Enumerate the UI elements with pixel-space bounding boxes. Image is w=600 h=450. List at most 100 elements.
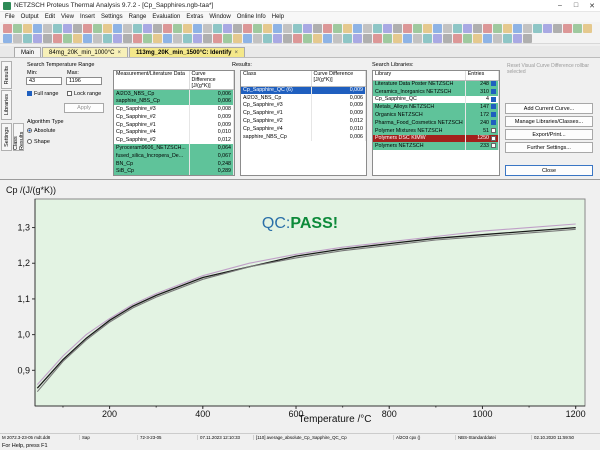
- toolbar-button-icon[interactable]: [92, 23, 102, 33]
- tab-84mg[interactable]: 84mg_20K_min_1000°C ×: [42, 47, 128, 57]
- side-tab-libraries[interactable]: Libraries: [1, 90, 12, 120]
- library-row[interactable]: Cp_Sapphire_QC 4: [373, 95, 499, 104]
- toolbar-button-icon[interactable]: [212, 33, 222, 43]
- toolbar-button-icon[interactable]: [12, 23, 22, 33]
- toolbar-button-icon[interactable]: [62, 33, 72, 43]
- toolbar-button-icon[interactable]: [202, 23, 212, 33]
- library-row[interactable]: Polymer Mixtures NETZSCH 51: [373, 126, 499, 135]
- menu-edit[interactable]: Edit: [42, 14, 58, 20]
- library-row[interactable]: Polymers NETZSCH 233: [373, 142, 499, 151]
- toolbar-button-icon[interactable]: [352, 33, 362, 43]
- tab-113mg-identify[interactable]: 113mg_20K_min_1500°C: Identify ×: [128, 47, 245, 57]
- measurement-row[interactable]: Cp_Sapphire_#4 0,010: [114, 128, 234, 137]
- toolbar-button-icon[interactable]: [82, 33, 92, 43]
- column-header-class-difference[interactable]: Curve Difference [J/(g*K)]: [311, 71, 366, 87]
- toolbar-button-icon[interactable]: [482, 33, 492, 43]
- menu-file[interactable]: File: [2, 14, 18, 20]
- measurement-row[interactable]: sapphire_NBS_Cp 0,006: [114, 97, 234, 106]
- column-header-class[interactable]: Class: [241, 71, 312, 87]
- toolbar-button-icon[interactable]: [352, 23, 362, 33]
- toolbar-button-icon[interactable]: [72, 33, 82, 43]
- toolbar-button-icon[interactable]: [522, 33, 532, 43]
- class-results-table[interactable]: Class Curve Difference [J/(g*K)] Cp_Sapp…: [240, 70, 367, 176]
- toolbar-button-icon[interactable]: [462, 33, 472, 43]
- menu-view[interactable]: View: [58, 14, 77, 20]
- toolbar-button-icon[interactable]: [22, 33, 32, 43]
- toolbar-button-icon[interactable]: [522, 23, 532, 33]
- toolbar-button-icon[interactable]: [32, 33, 42, 43]
- toolbar-button-icon[interactable]: [472, 23, 482, 33]
- search-libraries-table[interactable]: Library Entries Literature Data Poster N…: [372, 70, 500, 176]
- toolbar-button-icon[interactable]: [432, 33, 442, 43]
- toolbar-button-icon[interactable]: [312, 23, 322, 33]
- toolbar-button-icon[interactable]: [302, 23, 312, 33]
- toolbar-button-icon[interactable]: [72, 23, 82, 33]
- toolbar-button-icon[interactable]: [382, 23, 392, 33]
- further-settings-button[interactable]: Further Settings...: [505, 142, 593, 153]
- library-row[interactable]: Ceramics_Inorganics NETZSCH 310: [373, 87, 499, 96]
- export-print-button[interactable]: Export/Print...: [505, 129, 593, 140]
- toolbar-button-icon[interactable]: [232, 23, 242, 33]
- toolbar-button-icon[interactable]: [462, 23, 472, 33]
- toolbar-button-icon[interactable]: [142, 23, 152, 33]
- toolbar-button-icon[interactable]: [412, 33, 422, 43]
- toolbar-button-icon[interactable]: [52, 23, 62, 33]
- toolbar-button-icon[interactable]: [22, 23, 32, 33]
- toolbar-button-icon[interactable]: [362, 23, 372, 33]
- lock-range-checkbox[interactable]: Lock range: [67, 91, 101, 97]
- toolbar-button-icon[interactable]: [262, 33, 272, 43]
- toolbar-button-icon[interactable]: [332, 23, 342, 33]
- chart-area[interactable]: 200 400 600 800 1000 1200 0,9 1,0 1,1 1,2 1,3 Cp /…: [0, 181, 600, 431]
- side-tab-results[interactable]: Results: [1, 61, 12, 89]
- library-checkbox[interactable]: [491, 88, 496, 94]
- library-checkbox[interactable]: [491, 104, 496, 110]
- close-icon[interactable]: ×: [234, 50, 238, 56]
- toolbar-button-icon[interactable]: [182, 23, 192, 33]
- column-header-entries[interactable]: Entries: [465, 71, 499, 81]
- toolbar-button-icon[interactable]: [12, 33, 22, 43]
- library-checkbox[interactable]: [491, 143, 496, 149]
- menu-help[interactable]: Help: [269, 14, 287, 20]
- measurement-row[interactable]: Cp_Sapphire_#1 0,009: [114, 120, 234, 129]
- library-row[interactable]: Metals_Alloys NETZSCH 147: [373, 103, 499, 112]
- measurement-row[interactable]: Cp_Sapphire_#2 0,012: [114, 136, 234, 145]
- toolbar-button-icon[interactable]: [452, 23, 462, 33]
- toolbar-button-icon[interactable]: [182, 33, 192, 43]
- toolbar-button-icon[interactable]: [222, 23, 232, 33]
- toolbar-button-icon[interactable]: [512, 23, 522, 33]
- library-checkbox[interactable]: [491, 112, 496, 118]
- column-header-curve-difference[interactable]: Curve Difference [J/(g*K)]: [189, 71, 234, 90]
- toolbar-button-icon[interactable]: [242, 33, 252, 43]
- toolbar-button-icon[interactable]: [132, 33, 142, 43]
- menu-extras[interactable]: Extras: [183, 14, 206, 20]
- toolbar-button-icon[interactable]: [342, 23, 352, 33]
- toolbar-button-icon[interactable]: [172, 23, 182, 33]
- measurement-row[interactable]: BN_Cp 0,248: [114, 159, 234, 168]
- toolbar-button-icon[interactable]: [212, 23, 222, 33]
- toolbar-button-icon[interactable]: [362, 33, 372, 43]
- toolbar-button-icon[interactable]: [242, 23, 252, 33]
- toolbar-button-icon[interactable]: [162, 33, 172, 43]
- close-icon[interactable]: ×: [117, 50, 121, 56]
- toolbar-button-icon[interactable]: [102, 33, 112, 43]
- toolbar-button-icon[interactable]: [542, 23, 552, 33]
- column-header-measurement[interactable]: Measurement/Literature Data: [114, 71, 190, 90]
- measurement-row[interactable]: Cp_Sapphire_#3 0,008: [114, 105, 234, 113]
- full-range-checkbox[interactable]: Full range: [27, 91, 58, 97]
- toolbar-button-icon[interactable]: [572, 23, 582, 33]
- library-checkbox[interactable]: [491, 119, 496, 125]
- class-row[interactable]: Cp_Sapphire_#2 0,012: [241, 117, 366, 125]
- maximize-icon[interactable]: □: [568, 0, 584, 12]
- class-row[interactable]: Cp_Sapphire_#1 0,009: [241, 109, 366, 118]
- min-temperature-input[interactable]: 43: [26, 77, 62, 85]
- toolbar-button-icon[interactable]: [342, 33, 352, 43]
- toolbar-button-icon[interactable]: [2, 33, 12, 43]
- toolbar-button-icon[interactable]: [452, 33, 462, 43]
- menu-online-info[interactable]: Online Info: [234, 14, 269, 20]
- class-row[interactable]: Cp_Sapphire_#4 0,010: [241, 124, 366, 133]
- measurement-row[interactable]: fused_silica_Incropera_De... 0,067: [114, 151, 234, 160]
- toolbar-button-icon[interactable]: [412, 23, 422, 33]
- menu-insert[interactable]: Insert: [77, 14, 98, 20]
- toolbar-button-icon[interactable]: [112, 33, 122, 43]
- toolbar-button-icon[interactable]: [232, 33, 242, 43]
